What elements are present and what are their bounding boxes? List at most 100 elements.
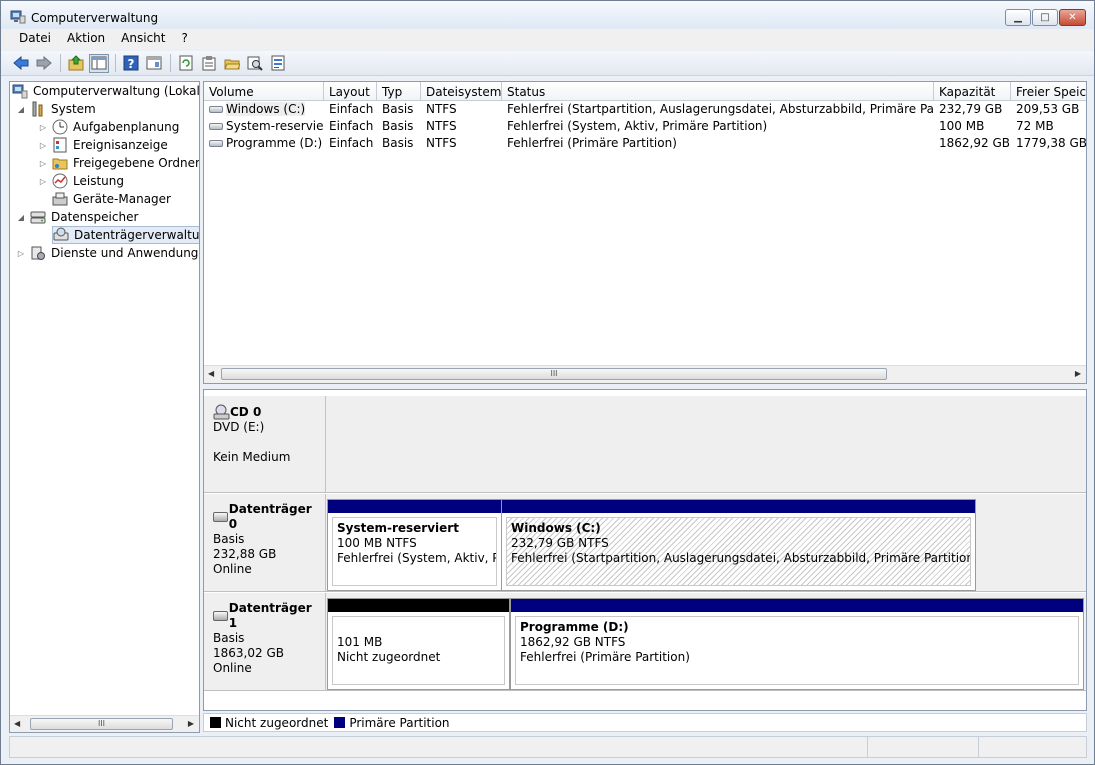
column-header-freier-speicher[interactable]: Freier Speich [1011, 82, 1086, 101]
collapsed-arrow-icon[interactable]: ▷ [38, 141, 48, 150]
column-header-status[interactable]: Status [502, 82, 934, 101]
disk-line: Basis [213, 532, 245, 546]
partition-name: System-reserviert [337, 521, 459, 535]
volume-list: Volume Layout Typ Dateisystem Status Kap… [203, 81, 1087, 384]
minimize-button[interactable]: ▁ [1005, 9, 1031, 26]
drive-icon [209, 106, 223, 113]
tree-horizontal-scrollbar[interactable]: ◀ III ▶ [10, 715, 199, 732]
scroll-left-icon[interactable]: ◀ [208, 369, 214, 378]
window: Computerverwaltung ▁ □ ✕ Datei Aktion An… [0, 0, 1095, 765]
expanded-arrow-icon[interactable]: ◢ [16, 105, 26, 114]
properties-button[interactable] [199, 54, 219, 73]
tree-item-datentraegerverwaltung[interactable]: Datenträgerverwaltung [52, 226, 199, 244]
column-header-dateisystem[interactable]: Dateisystem [421, 82, 502, 101]
partition-body: Windows (C:) 232,79 GB NTFS Fehlerfrei (… [506, 517, 971, 586]
console-tree: Computerverwaltung (Lokal) ◢ System ▷ Au… [9, 81, 200, 733]
tree-item-ereignisanzeige[interactable]: ▷ Ereignisanzeige [38, 136, 168, 154]
tree-item-root[interactable]: Computerverwaltung (Lokal) [12, 82, 199, 100]
tree-label: System [51, 102, 96, 116]
tree-item-aufgabenplanung[interactable]: ▷ Aufgabenplanung [38, 118, 179, 136]
hard-disk-icon [213, 512, 228, 522]
console-button[interactable] [144, 54, 164, 73]
column-header-layout[interactable]: Layout [324, 82, 377, 101]
scrollbar-thumb[interactable]: III [30, 718, 173, 730]
table-cell: Einfach [329, 102, 374, 116]
menu-help[interactable]: ? [173, 29, 195, 49]
disk-line: DVD (E:) [213, 420, 265, 434]
help-button[interactable]: ? [121, 54, 141, 73]
shared-folder-icon [52, 158, 68, 170]
refresh-icon [179, 55, 193, 71]
maximize-button[interactable]: □ [1032, 9, 1058, 26]
table-cell: 1779,38 GB [1016, 136, 1087, 150]
up-button[interactable] [66, 54, 86, 73]
status-bar [9, 736, 1087, 758]
partition-unallocated[interactable]: 101 MB Nicht zugeordnet [327, 598, 510, 690]
volume-horizontal-scrollbar[interactable]: ◀ III ▶ [204, 365, 1086, 383]
disk-line: 232,88 GB [213, 547, 277, 561]
scrollbar-thumb[interactable]: III [221, 368, 887, 380]
partition-size: 1862,92 GB NTFS [520, 635, 626, 649]
disk-row-1: Datenträger 1 Basis 1863,02 GB Online 10… [204, 593, 1086, 691]
menu-ansicht[interactable]: Ansicht [113, 29, 173, 49]
partition-size: 100 MB NTFS [337, 536, 417, 550]
disk-row-cd0: CD 0 DVD (E:) Kein Medium [204, 396, 1086, 493]
partition-windows-c[interactable]: Windows (C:) 232,79 GB NTFS Fehlerfrei (… [501, 499, 976, 591]
disk-info-cd0[interactable]: CD 0 DVD (E:) Kein Medium [204, 396, 326, 492]
tree-item-dienste[interactable]: ▷ Dienste und Anwendungen [16, 244, 199, 262]
partition-size: 101 MB [337, 635, 383, 649]
tools-icon [32, 101, 43, 117]
open-button[interactable] [222, 54, 242, 73]
forward-button[interactable] [34, 54, 54, 73]
menu-datei[interactable]: Datei [11, 29, 59, 49]
collapsed-arrow-icon[interactable]: ▷ [38, 177, 48, 186]
partition-bar [502, 500, 975, 513]
table-cell-volume: Windows (C:) [204, 101, 324, 118]
refresh-button[interactable] [176, 54, 196, 73]
help-icon: ? [123, 55, 139, 71]
disk-info-0[interactable]: Datenträger 0 Basis 232,88 GB Online [204, 494, 326, 591]
scroll-left-icon[interactable]: ◀ [14, 719, 20, 728]
column-header-kapazitaet[interactable]: Kapazität [934, 82, 1011, 101]
collapsed-arrow-icon[interactable]: ▷ [16, 249, 26, 258]
scroll-right-icon[interactable]: ▶ [1075, 369, 1081, 378]
disk-management-icon [53, 227, 69, 241]
tree-item-datenspeicher[interactable]: ◢ Datenspeicher [16, 208, 138, 226]
table-cell: 209,53 GB [1016, 102, 1080, 116]
forward-icon [36, 56, 52, 70]
disk-line: 1863,02 GB [213, 646, 284, 660]
column-header-typ[interactable]: Typ [377, 82, 421, 101]
svg-text:?: ? [128, 57, 135, 71]
status-divider [867, 737, 868, 757]
export-button[interactable] [268, 54, 288, 73]
scroll-right-icon[interactable]: ▶ [188, 719, 194, 728]
tree-item-system[interactable]: ◢ System [16, 100, 96, 118]
partition-status: Fehlerfrei (Startpartition, Auslagerungs… [511, 551, 971, 565]
partition-system-reserved[interactable]: System-reserviert 100 MB NTFS Fehlerfrei… [327, 499, 502, 591]
disk-info-1[interactable]: Datenträger 1 Basis 1863,02 GB Online [204, 593, 326, 690]
tree-label: Freigegebene Ordner [73, 156, 200, 170]
show-hide-tree-icon [91, 56, 107, 70]
status-divider [978, 737, 979, 757]
collapsed-arrow-icon[interactable]: ▷ [38, 159, 48, 168]
collapsed-arrow-icon[interactable]: ▷ [38, 123, 48, 132]
partition-bar [511, 599, 1083, 612]
tree-item-geraete-manager[interactable]: Geräte-Manager [52, 190, 171, 208]
menu-aktion[interactable]: Aktion [59, 29, 113, 49]
tree-item-leistung[interactable]: ▷ Leistung [38, 172, 124, 190]
partition-status: Nicht zugeordnet [337, 650, 441, 664]
partition-size: 232,79 GB NTFS [511, 536, 609, 550]
disk-line: Online [213, 661, 252, 675]
column-header-volume[interactable]: Volume [204, 82, 324, 101]
search-button[interactable] [245, 54, 265, 73]
legend: Nicht zugeordnet Primäre Partition [203, 713, 1087, 732]
partition-programme-d[interactable]: Programme (D:) 1862,92 GB NTFS Fehlerfre… [510, 598, 1084, 690]
back-button[interactable] [11, 54, 31, 73]
close-button[interactable]: ✕ [1059, 9, 1086, 26]
expanded-arrow-icon[interactable]: ◢ [16, 213, 26, 222]
tree-item-freigegebene-ordner[interactable]: ▷ Freigegebene Ordner [38, 154, 200, 172]
show-hide-tree-button[interactable] [89, 53, 109, 73]
toolbar-separator [170, 54, 171, 72]
clock-icon [52, 119, 68, 135]
partition-bar [328, 599, 509, 612]
